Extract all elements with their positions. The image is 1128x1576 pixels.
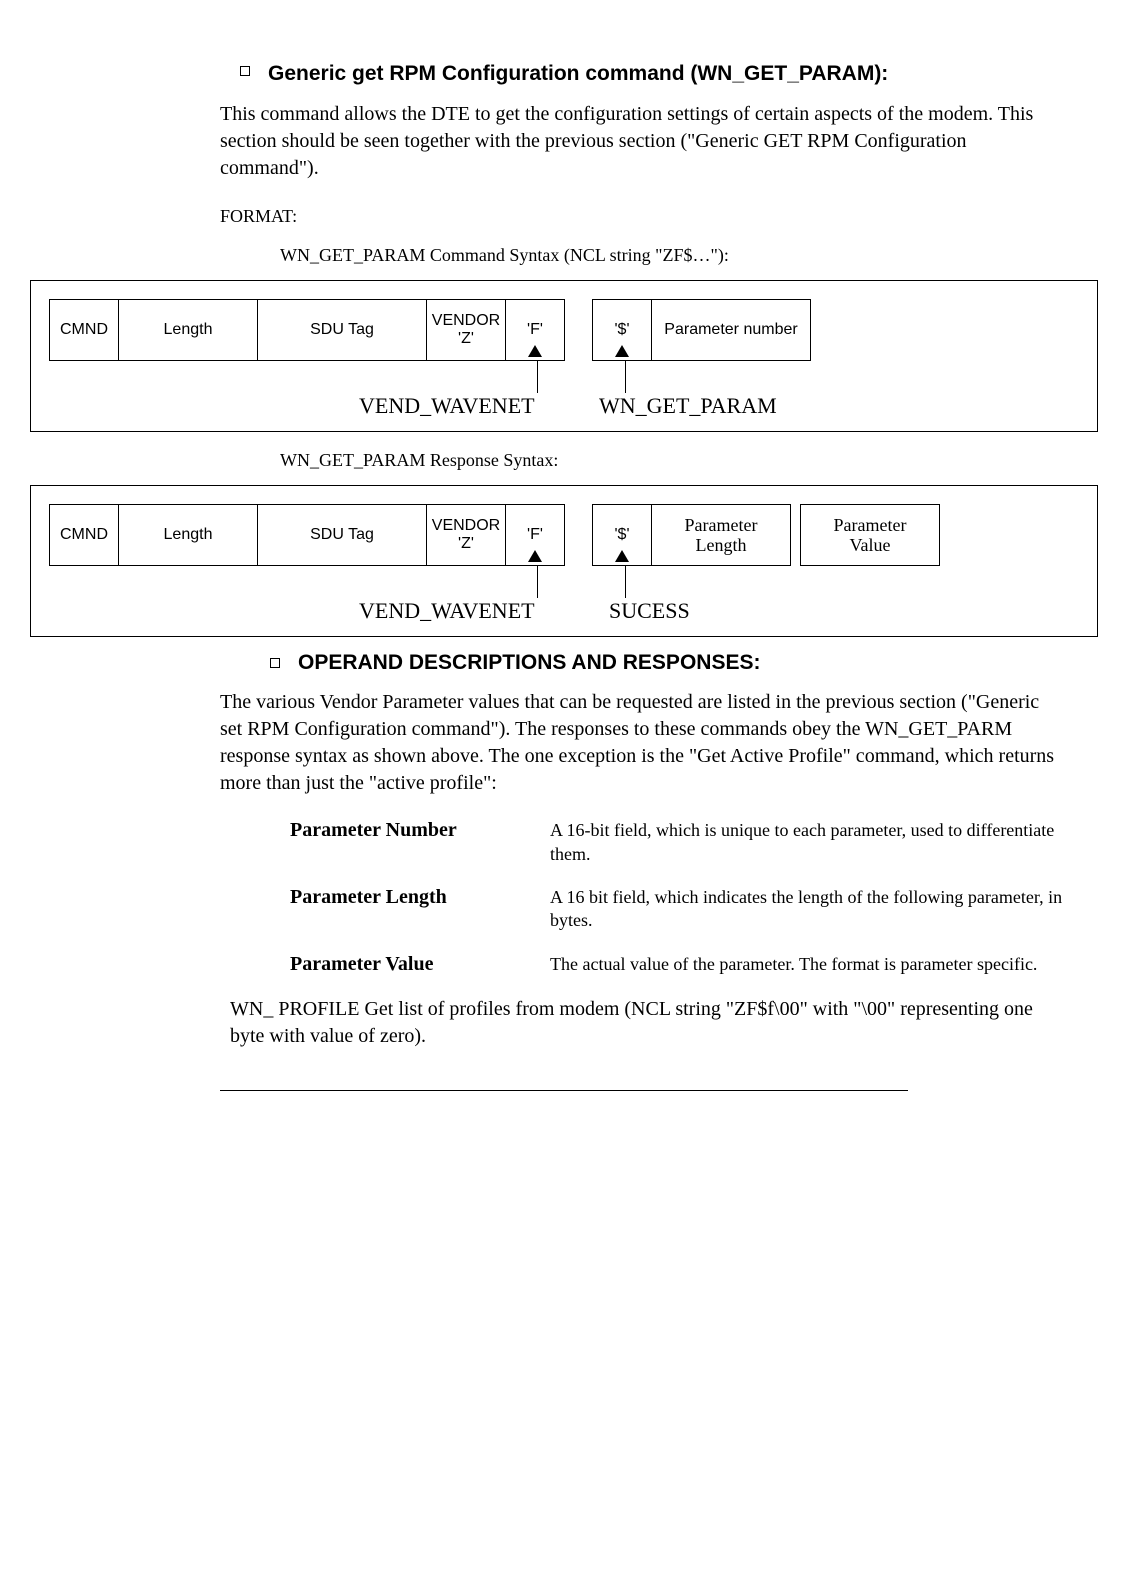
cell-vendor: VENDOR 'Z' — [426, 504, 506, 566]
gap — [564, 504, 592, 566]
heading-text: Generic get RPM Configuration command (W… — [268, 60, 888, 87]
pointer-line — [625, 361, 626, 393]
label-sucess: SUCESS — [609, 598, 690, 624]
param-desc: The actual value of the parameter. The f… — [550, 953, 1037, 976]
footer-divider — [220, 1090, 908, 1091]
section-heading: Generic get RPM Configuration command (W… — [240, 60, 1058, 87]
diagram1-caption: WN_GET_PARAM Command Syntax (NCL string … — [280, 245, 1058, 266]
cell-f: 'F' — [505, 299, 565, 361]
intro-paragraph: This command allows the DTE to get the c… — [220, 101, 1058, 182]
cell-dollar: '$' — [592, 504, 652, 566]
bullet-square-icon — [240, 66, 250, 76]
cell-label: Length — [164, 321, 213, 339]
label-vend-wavenet: VEND_WAVENET — [359, 598, 535, 624]
cell-label: 'F' — [527, 526, 543, 544]
cell-label: CMND — [60, 321, 108, 339]
profile-paragraph: WN_ PROFILE Get list of profiles from mo… — [230, 996, 1058, 1050]
cell-label: '$' — [614, 526, 629, 544]
cell-f: 'F' — [505, 504, 565, 566]
command-syntax-diagram: CMND Length SDU Tag VENDOR 'Z' 'F' '$' P… — [30, 280, 1098, 432]
cell-label: SDU Tag — [310, 321, 374, 339]
cell-length: Length — [118, 299, 258, 361]
gap — [564, 299, 592, 361]
format-label: FORMAT: — [220, 206, 1058, 227]
diagram-labels: VEND_WAVENET SUCESS — [49, 566, 1079, 626]
cell-cmnd: CMND — [49, 504, 119, 566]
arrow-up-icon — [528, 345, 542, 357]
table-row: Parameter Value The actual value of the … — [290, 953, 1070, 976]
cell-label: Length — [164, 526, 213, 544]
operand-paragraph: The various Vendor Parameter values that… — [220, 689, 1058, 797]
cell-label: Length — [685, 535, 758, 556]
cell-label: '$' — [614, 321, 629, 339]
diagram-labels: VEND_WAVENET WN_GET_PARAM — [49, 361, 1079, 421]
param-desc: A 16 bit field, which indicates the leng… — [550, 886, 1070, 933]
heading-text: OPERAND DESCRIPTIONS AND RESPONSES: — [298, 651, 760, 675]
arrow-up-icon — [615, 550, 629, 562]
response-syntax-diagram: CMND Length SDU Tag VENDOR 'Z' 'F' '$' P… — [30, 485, 1098, 637]
cell-parameter-value: Parameter Value — [800, 504, 940, 566]
cell-label: 'Z' — [432, 330, 500, 348]
cell-dollar: '$' — [592, 299, 652, 361]
table-row: Parameter Number A 16-bit field, which i… — [290, 819, 1070, 866]
diagram2-caption: WN_GET_PARAM Response Syntax: — [280, 450, 1058, 471]
cell-length: Length — [118, 504, 258, 566]
cell-sdu-tag: SDU Tag — [257, 504, 427, 566]
operand-heading: OPERAND DESCRIPTIONS AND RESPONSES: — [270, 651, 1058, 675]
cell-label: Parameter — [685, 515, 758, 536]
arrow-up-icon — [615, 345, 629, 357]
bullet-square-icon — [270, 658, 280, 668]
cell-label: 'F' — [527, 321, 543, 339]
pointer-line — [537, 566, 538, 598]
label-vend-wavenet: VEND_WAVENET — [359, 393, 535, 419]
arrow-up-icon — [528, 550, 542, 562]
diagram-row: CMND Length SDU Tag VENDOR 'Z' 'F' '$' P… — [49, 504, 1079, 566]
parameter-table: Parameter Number A 16-bit field, which i… — [290, 819, 1070, 976]
cell-label: CMND — [60, 526, 108, 544]
label-wn-get-param: WN_GET_PARAM — [599, 393, 777, 419]
diagram-row: CMND Length SDU Tag VENDOR 'Z' 'F' '$' P… — [49, 299, 1079, 361]
cell-vendor: VENDOR 'Z' — [426, 299, 506, 361]
pointer-line — [537, 361, 538, 393]
param-name: Parameter Value — [290, 953, 550, 976]
cell-label: SDU Tag — [310, 526, 374, 544]
param-name: Parameter Number — [290, 819, 550, 866]
cell-parameter-number: Parameter number — [651, 299, 811, 361]
param-name: Parameter Length — [290, 886, 550, 933]
cell-label: VENDOR — [432, 517, 500, 535]
cell-sdu-tag: SDU Tag — [257, 299, 427, 361]
param-desc: A 16-bit field, which is unique to each … — [550, 819, 1070, 866]
cell-label: 'Z' — [432, 535, 500, 553]
cell-cmnd: CMND — [49, 299, 119, 361]
cell-label: Parameter number — [664, 321, 797, 339]
pointer-line — [625, 566, 626, 598]
table-row: Parameter Length A 16 bit field, which i… — [290, 886, 1070, 933]
cell-parameter-length: Parameter Length — [651, 504, 791, 566]
cell-label: Value — [834, 535, 907, 556]
cell-label: Parameter — [834, 515, 907, 536]
gap — [790, 504, 800, 566]
cell-label: VENDOR — [432, 312, 500, 330]
